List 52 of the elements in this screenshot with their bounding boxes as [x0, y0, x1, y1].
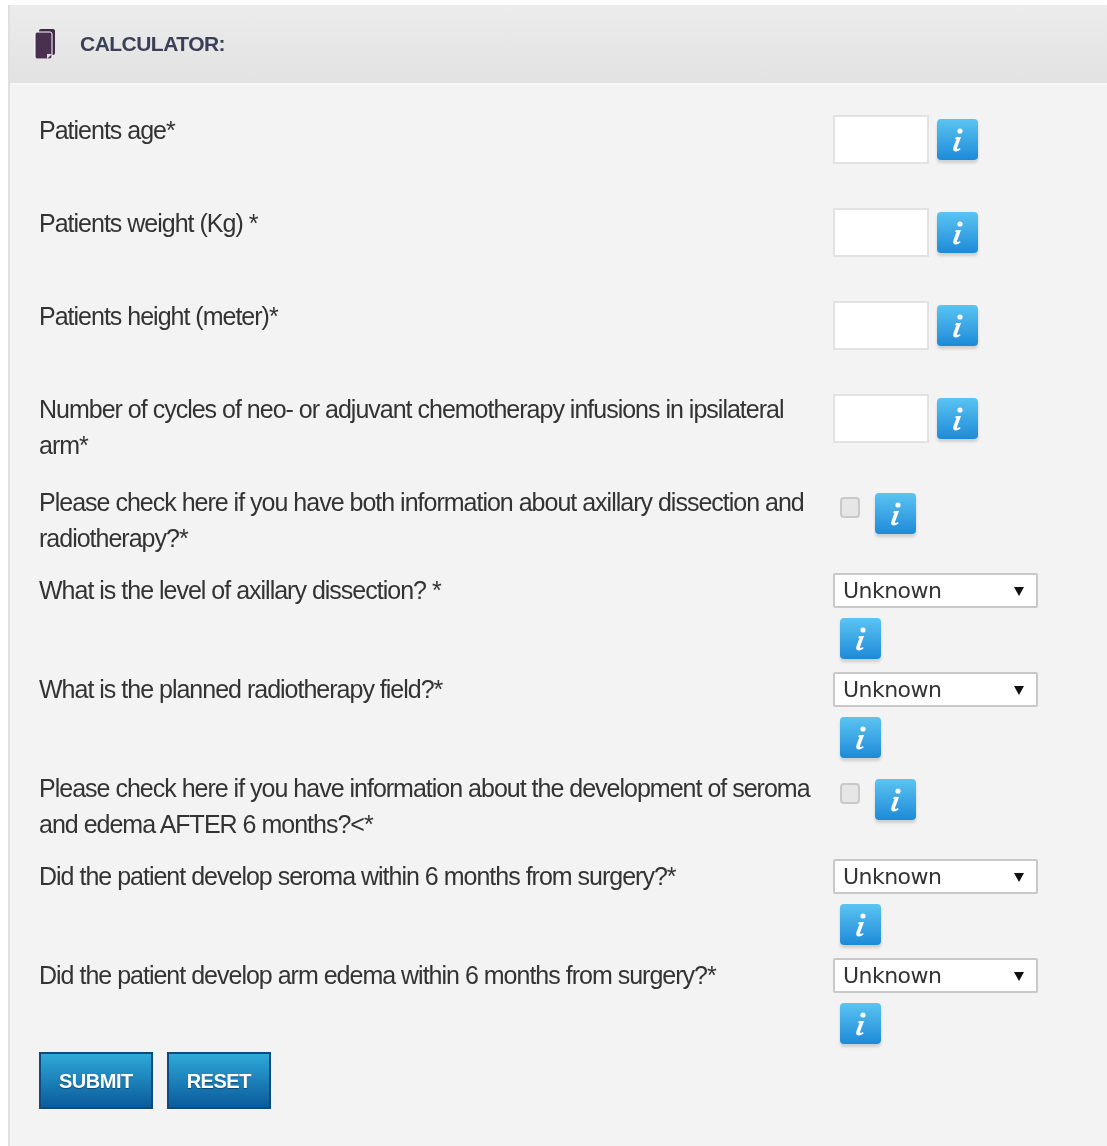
- document-icon: [34, 29, 56, 59]
- field-label: Patients height (meter)*: [39, 301, 279, 332]
- dropdown-value: Unknown: [843, 962, 942, 990]
- field-label: Patients weight (Kg) *: [39, 208, 259, 239]
- header-title: CALCULATOR:: [80, 31, 226, 58]
- text-field[interactable]: [833, 394, 929, 443]
- dropdown[interactable]: Unknown: [833, 958, 1038, 993]
- text-field[interactable]: [833, 115, 929, 164]
- info-icon: [888, 786, 903, 813]
- submit-button[interactable]: SUBMIT: [39, 1052, 153, 1109]
- dropdown-value: Unknown: [843, 676, 942, 704]
- field-label: What is the planned radiotherapy field?*: [39, 674, 444, 705]
- field-label: Did the patient develop arm edema within 6 months from surgery?*: [39, 960, 717, 991]
- dropdown[interactable]: Unknown: [833, 672, 1038, 707]
- info-icon: [853, 625, 868, 652]
- info-button[interactable]: [937, 119, 978, 160]
- info-icon: [950, 405, 965, 432]
- info-button[interactable]: [840, 904, 881, 945]
- info-button[interactable]: [937, 398, 978, 439]
- dropdown[interactable]: Unknown: [833, 573, 1038, 608]
- info-icon: [853, 911, 868, 938]
- info-button[interactable]: [840, 618, 881, 659]
- field-label: Patients age*: [39, 115, 176, 146]
- caret-icon: [1014, 970, 1024, 981]
- dropdown-value: Unknown: [843, 577, 942, 605]
- caret-icon: [1014, 871, 1024, 882]
- checkbox[interactable]: [840, 497, 860, 518]
- caret-icon: [1014, 684, 1024, 695]
- info-icon: [950, 126, 965, 153]
- field-label: Please check here if you have both information about axillary dissection and radiotherapy?*: [39, 487, 805, 554]
- caret-icon: [1014, 585, 1024, 596]
- reset-button[interactable]: RESET: [166, 1052, 271, 1109]
- field-label: Did the patient develop seroma within 6 months from surgery?*: [39, 861, 677, 892]
- dropdown[interactable]: Unknown: [833, 859, 1038, 894]
- info-button[interactable]: [875, 493, 916, 534]
- info-button[interactable]: [937, 212, 978, 253]
- field-label: Please check here if you have information about the development of seroma and edema AFTER 6 months?<*: [39, 773, 812, 840]
- info-button[interactable]: [840, 717, 881, 758]
- info-button[interactable]: [875, 779, 916, 820]
- info-icon: [888, 500, 903, 527]
- info-button[interactable]: [840, 1003, 881, 1044]
- text-field[interactable]: [833, 301, 929, 350]
- checkbox[interactable]: [840, 783, 860, 804]
- info-icon: [950, 219, 965, 246]
- info-icon: [853, 724, 868, 751]
- text-field[interactable]: [833, 208, 929, 257]
- info-icon: [853, 1010, 868, 1037]
- dropdown-value: Unknown: [843, 863, 942, 891]
- info-icon: [950, 312, 965, 339]
- info-button[interactable]: [937, 305, 978, 346]
- field-label: What is the level of axillary dissection? *: [39, 575, 442, 606]
- field-label: Number of cycles of neo- or adjuvant chemotherapy infusions in ipsilateral arm*: [39, 394, 785, 461]
